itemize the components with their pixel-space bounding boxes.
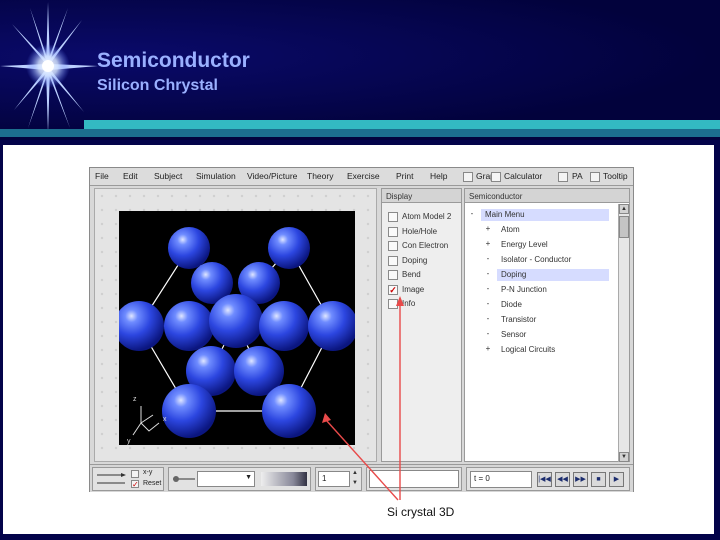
arrow-line-view (325, 419, 399, 501)
annotation-arrows (322, 296, 404, 501)
arrow-head-view (322, 413, 331, 423)
arrow-head-image (396, 296, 404, 306)
figure-caption: Si crystal 3D (387, 505, 455, 519)
